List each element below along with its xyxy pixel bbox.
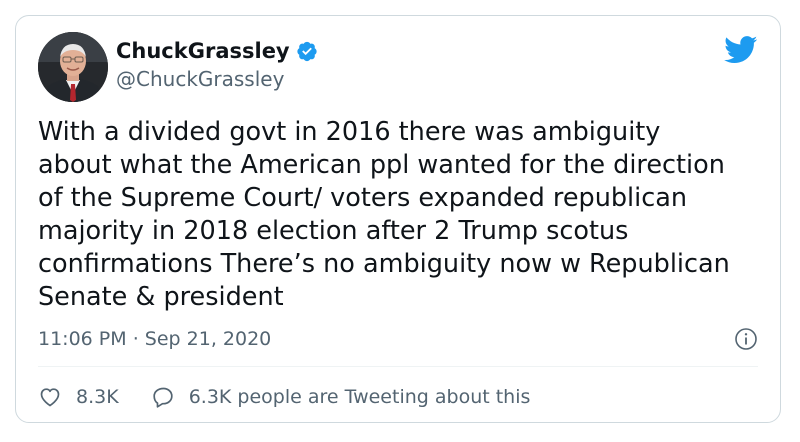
tweet-time[interactable]: 11:06 PM [38, 328, 127, 350]
author-name-row[interactable]: ChuckGrassley [116, 38, 318, 64]
avatar-portrait [38, 32, 108, 102]
tweet-text: With a divided govt in 2016 there was am… [38, 117, 730, 312]
heart-icon [40, 388, 60, 407]
tweet-date[interactable]: Sep 21, 2020 [145, 328, 271, 350]
speech-bubble-icon [153, 387, 173, 408]
divider [38, 366, 758, 367]
meta-separator: · [132, 328, 139, 350]
tweet-card[interactable]: ChuckGrassley @ChuckGrassley With a divi… [15, 15, 781, 423]
twitter-bird-icon[interactable] [724, 36, 758, 64]
tweet-actions: 8.3K 6.3K people are Tweeting about this [38, 384, 530, 410]
like-count: 8.3K [76, 386, 119, 408]
like-button[interactable]: 8.3K [38, 384, 119, 410]
reply-button[interactable]: 6.3K people are Tweeting about this [151, 384, 531, 410]
display-name[interactable]: ChuckGrassley [116, 38, 290, 64]
verified-badge-icon [296, 40, 318, 62]
avatar[interactable] [38, 32, 108, 102]
tweet-timestamp[interactable]: 11:06 PM · Sep 21, 2020 [38, 326, 271, 352]
author-handle[interactable]: @ChuckGrassley [116, 66, 284, 92]
reply-text: 6.3K people are Tweeting about this [188, 386, 531, 408]
info-icon[interactable] [734, 327, 758, 351]
